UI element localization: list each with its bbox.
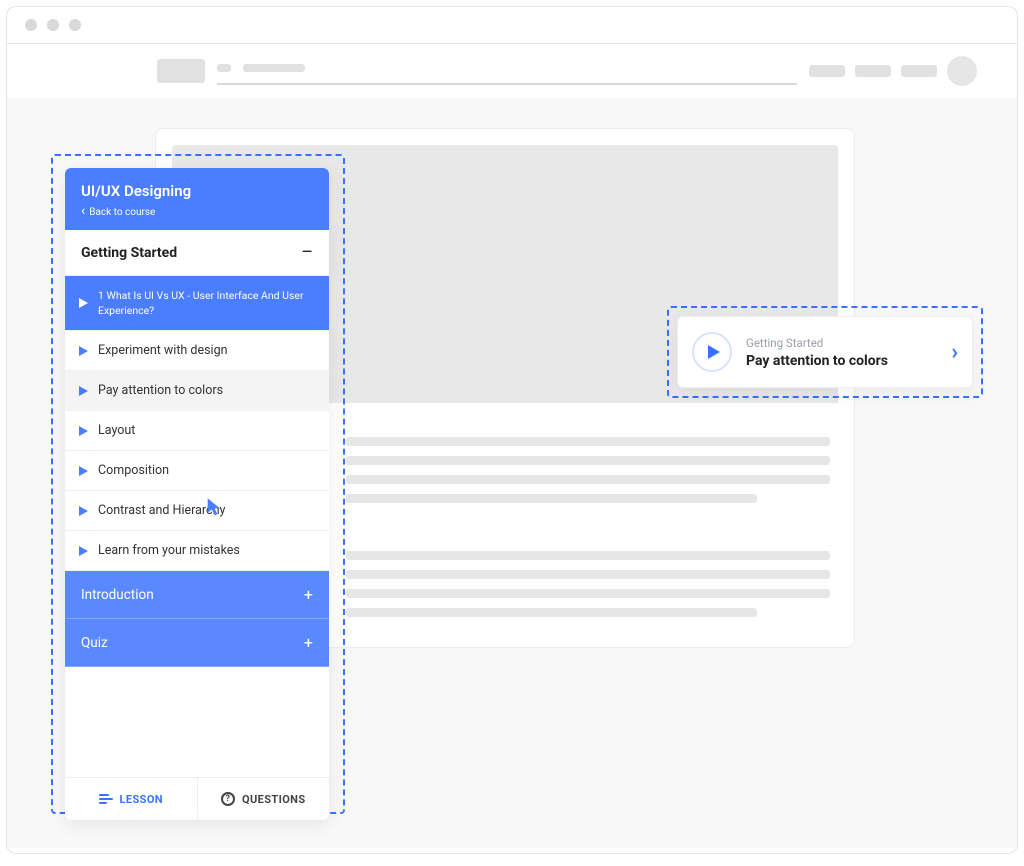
collapse-icon: – [301,242,313,263]
next-lesson-tooltip[interactable]: Getting Started Pay attention to colors … [677,316,973,388]
sidebar-header: UI/UX Designing Back to course [65,168,329,230]
section-title: Quiz [81,635,108,651]
section-header-quiz[interactable]: Quiz + [65,619,329,667]
logo-placeholder[interactable] [157,59,205,83]
window-dot[interactable] [69,19,81,31]
course-title: UI/UX Designing [81,182,313,200]
play-icon [79,506,88,516]
header-actions [809,56,977,86]
lesson-item[interactable]: Learn from your mistakes [65,531,329,571]
lesson-label: Pay attention to colors [98,383,223,398]
tooltip-text: Getting Started Pay attention to colors [746,336,937,369]
tab-label: QUESTIONS [242,793,306,806]
list-icon [99,794,113,804]
play-icon [708,345,720,359]
back-to-course-link[interactable]: Back to course [81,206,313,218]
play-icon [79,466,88,476]
tooltip-category: Getting Started [746,336,937,350]
lesson-item[interactable]: Contrast and Hierarchy [65,491,329,531]
lesson-label: Experiment with design [98,343,228,358]
sidebar-tabs: LESSON ? QUESTIONS [65,777,329,820]
header-link-placeholder[interactable] [855,65,891,77]
tab-lesson[interactable]: LESSON [65,778,198,820]
tab-questions[interactable]: ? QUESTIONS [198,778,330,820]
section-title: Introduction [81,587,154,603]
window-traffic-lights [7,7,1017,43]
play-icon [79,546,88,556]
course-sidebar: UI/UX Designing Back to course Getting S… [65,168,329,820]
site-header [7,44,1017,98]
tab-label: LESSON [120,793,163,806]
header-link-placeholder[interactable] [809,65,845,77]
chevron-left-icon [81,206,85,218]
section-title: Getting Started [81,245,177,261]
play-icon [79,426,88,436]
lesson-label: Composition [98,463,169,478]
nav-tabs-placeholder [217,58,797,85]
play-icon [79,346,88,356]
lesson-item[interactable]: Layout [65,411,329,451]
lesson-item[interactable]: Experiment with design [65,331,329,371]
play-circle-icon [692,332,732,372]
lesson-item[interactable]: Composition [65,451,329,491]
section-header-introduction[interactable]: Introduction + [65,571,329,619]
play-icon [79,386,88,396]
lesson-label: Learn from your mistakes [98,543,240,558]
chevron-right-icon: › [951,340,958,365]
back-label: Back to course [89,207,155,218]
window-dot[interactable] [47,19,59,31]
lesson-item-active[interactable]: 1 What Is UI Vs UX - User Interface And … [65,276,329,331]
expand-icon: + [304,585,313,604]
tooltip-title: Pay attention to colors [746,353,937,369]
browser-window: UI/UX Designing Back to course Getting S… [6,6,1018,854]
play-icon [79,298,88,308]
expand-icon: + [304,633,313,652]
window-dot[interactable] [25,19,37,31]
header-link-placeholder[interactable] [901,65,937,77]
lesson-label: 1 What Is UI Vs UX - User Interface And … [98,288,315,318]
lesson-label: Contrast and Hierarchy [98,503,225,518]
section-header-getting-started[interactable]: Getting Started – [65,230,329,276]
question-icon: ? [221,792,235,806]
lesson-label: Layout [98,423,135,438]
avatar[interactable] [947,56,977,86]
workspace: UI/UX Designing Back to course Getting S… [7,98,1017,848]
lesson-item-hover[interactable]: Pay attention to colors [65,371,329,411]
